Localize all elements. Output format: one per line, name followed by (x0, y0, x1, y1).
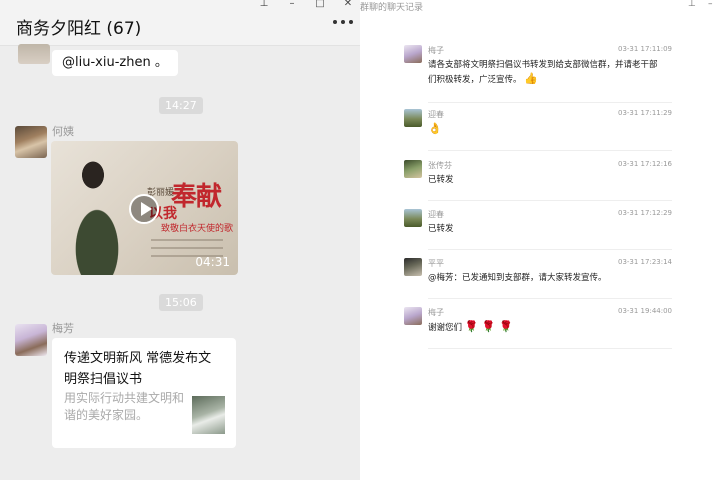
close-icon[interactable]: ✕ (342, 0, 354, 10)
history-record[interactable]: 迎春 03-31 17:11:29 👌 (404, 109, 672, 153)
pin-icon[interactable]: ⊥ (258, 0, 270, 10)
avatar (404, 160, 422, 178)
link-card-title: 传递文明新风 常德发布文明祭扫倡议书 (64, 351, 212, 387)
record-text: @梅芳：已发通知到支部群，请大家转发宣传。 (428, 273, 607, 283)
record-text: 已转发 (428, 175, 454, 185)
divider (428, 249, 672, 250)
record-text-body: 请各支部将文明祭扫倡议书转发到给支部微信群，并请老干部们积极转发，广泛宣传。 (428, 60, 658, 85)
link-card-thumbnail (192, 396, 225, 434)
divider (428, 102, 672, 103)
record-emoji: 🌹 🌹 🌹 (464, 320, 513, 333)
divider (428, 348, 672, 349)
video-caption-line (151, 247, 223, 249)
divider (428, 150, 672, 151)
avatar (404, 307, 422, 325)
avatar[interactable] (15, 126, 47, 158)
record-emoji: 👌 (428, 122, 442, 135)
video-overlay-title: 奉献 (171, 182, 222, 212)
avatar (404, 258, 422, 276)
record-text: 谢谢您们 🌹 🌹 🌹 (428, 320, 664, 335)
record-text: 👌 (428, 122, 664, 137)
video-duration: 04:31 (195, 255, 230, 269)
record-sender: 梅子 (428, 308, 444, 317)
history-record[interactable]: 梅子 03-31 17:11:09 请各支部将文明祭扫倡议书转发到给支部微信群，… (404, 45, 672, 107)
record-text: 请各支部将文明祭扫倡议书转发到给支部微信群，并请老干部们积极转发，广泛宣传。 👍 (428, 58, 664, 87)
video-overlay-subtitle: 致敬白衣天使的歌 (161, 224, 234, 234)
sender-name: 何姨 (52, 125, 74, 138)
pin-icon[interactable]: ⊥ (688, 0, 698, 9)
record-sender: 平平 (428, 259, 444, 268)
link-card-description: 用实际行动共建文明和谐的美好家园。 (64, 391, 185, 422)
app-window: 商务夕阳红 (67) @liu-xiu-zhen 。 14:27 何姨 彭丽媛 … (0, 0, 720, 480)
video-message[interactable]: 彭丽媛 奉献 以我 致敬白衣天使的歌 04:31 (51, 141, 238, 275)
message-bubble[interactable]: @liu-xiu-zhen 。 (52, 50, 178, 76)
record-text-body: 谢谢您们 (428, 323, 463, 333)
link-card[interactable]: 传递文明新风 常德发布文明祭扫倡议书 用实际行动共建文明和谐的美好家园。 (52, 338, 236, 448)
timestamp: 15:06 (159, 294, 203, 311)
record-time: 03-31 17:12:16 (617, 160, 672, 168)
avatar (404, 45, 422, 63)
video-thumbnail-figure (65, 149, 135, 275)
record-sender: 迎春 (428, 110, 444, 119)
divider (428, 298, 672, 299)
sender-name: 梅芳 (52, 322, 74, 335)
record-sender: 张传芬 (428, 161, 452, 170)
record-sender: 梅子 (428, 46, 444, 55)
minimize-icon[interactable]: – (286, 0, 298, 10)
play-icon[interactable] (129, 194, 159, 224)
chat-panel: 商务夕阳红 (67) @liu-xiu-zhen 。 14:27 何姨 彭丽媛 … (0, 0, 360, 480)
record-time: 03-31 17:11:09 (617, 45, 672, 53)
timestamp: 14:27 (159, 97, 203, 114)
chat-header: 商务夕阳红 (67) (0, 0, 360, 46)
record-emoji: 👍 (524, 72, 538, 85)
record-time: 03-31 17:12:29 (617, 209, 672, 217)
record-time: 03-31 17:23:14 (617, 258, 672, 266)
record-time: 03-31 19:44:00 (617, 307, 672, 315)
history-record[interactable]: 平平 03-31 17:23:14 @梅芳：已发通知到支部群，请大家转发宣传。 (404, 258, 672, 302)
avatar (404, 109, 422, 127)
minimize-icon[interactable]: – (708, 0, 718, 9)
record-sender: 迎春 (428, 210, 444, 219)
history-record[interactable]: 梅子 03-31 19:44:00 谢谢您们 🌹 🌹 🌹 (404, 307, 672, 351)
chat-title: 商务夕阳红 (67) (16, 19, 142, 39)
history-record[interactable]: 张传芬 03-31 17:12:16 已转发 (404, 160, 672, 204)
history-title: 群聊的聊天记录 (360, 3, 424, 13)
video-caption-line (151, 239, 223, 241)
maximize-icon[interactable]: □ (314, 0, 326, 10)
record-time: 03-31 17:11:29 (617, 109, 672, 117)
record-text: 已转发 (428, 224, 454, 234)
avatar[interactable] (18, 44, 50, 64)
divider (428, 200, 672, 201)
more-icon[interactable] (333, 20, 353, 26)
avatar (404, 209, 422, 227)
avatar[interactable] (15, 324, 47, 356)
history-record[interactable]: 迎春 03-31 17:12:29 已转发 (404, 209, 672, 253)
history-panel: 群聊的聊天记录 ⊥ – 梅子 03-31 17:11:09 请各支部将文明祭扫倡… (360, 0, 720, 480)
